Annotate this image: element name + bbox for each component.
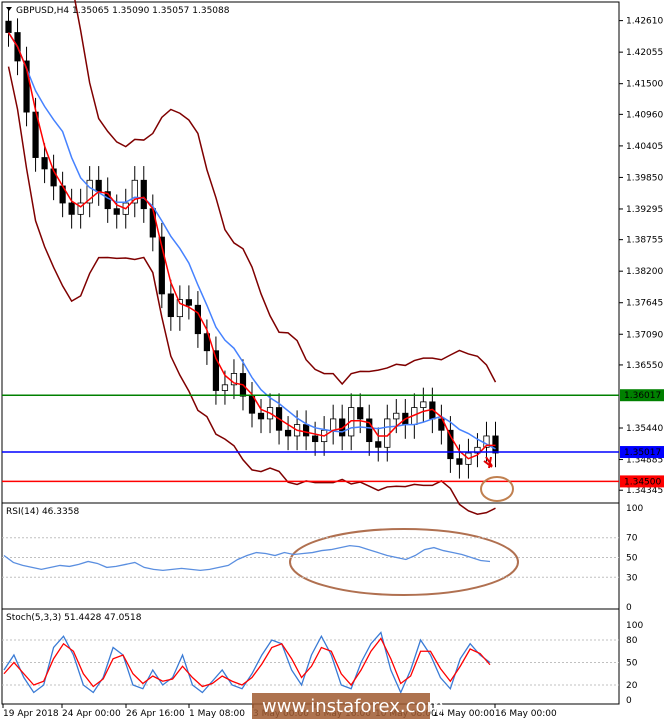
price-tick-label: 1.38755 [626,236,663,246]
candle-body [41,157,48,170]
candle-body [95,179,102,193]
watermark: www.instaforex.com [262,696,444,717]
stoch-tick-label: 20 [626,681,638,691]
rsi-tick-label: 0 [626,603,632,613]
candle-body [357,407,364,420]
candle-body [113,208,120,215]
candle-body [420,401,427,408]
rsi-tick-label: 50 [626,554,638,564]
stoch-tick-label: 0 [626,696,632,706]
candle-body [221,384,229,391]
candle-body [149,208,156,238]
rsi-tick-label: 70 [626,534,638,544]
price-tick-label: 1.37090 [626,330,663,340]
rsi-panel [1,502,620,610]
candle-body [194,304,201,335]
chart-window: 1.42610 1.42055 1.41500 1.40960 1.40405 1.398… [1,0,664,719]
price-tick-label: 1.40960 [626,110,663,120]
price-tick-label: 1.42055 [626,48,663,58]
level-label: 1.34500 [624,477,661,487]
candle-body [185,299,192,306]
candle-body [284,429,292,437]
price-axis: 1.42610 1.42055 1.41500 1.40960 1.40405 1.398… [619,17,663,496]
price-title: GBPUSD,H4 1.35065 1.35090 1.35057 1.3508… [16,6,230,16]
candle-body [456,458,463,465]
candle-body [375,441,382,448]
price-tick-label: 1.40405 [626,142,663,152]
rsi-title: RSI(14) 46.3358 [6,507,79,517]
time-tick-label: 16 May 00:00 [495,709,557,719]
price-tick-label: 1.42610 [626,17,663,27]
candle-body [330,418,337,431]
candle-body [167,293,174,318]
price-tick-label: 1.37645 [626,299,663,309]
price-tick-label: 1.39295 [626,205,663,215]
rsi-tick-label: 100 [626,504,643,514]
price-tick-label: 1.36550 [626,361,663,371]
rsi-tick-label: 30 [626,573,638,583]
stoch-tick-label: 50 [626,659,638,669]
candle-body [5,20,12,33]
price-tick-label: 1.41500 [626,80,663,90]
level-label: 1.35017 [624,448,661,458]
time-tick-label: 24 Apr 00:00 [62,709,121,719]
price-tick-label: 1.34345 [626,486,663,496]
price-panel [1,1,620,506]
time-tick-label: 19 Apr 2018 [3,709,59,719]
price-tick-label: 1.35440 [626,424,663,434]
candle-body [492,435,499,454]
stoch-tick-label: 100 [626,621,643,631]
price-tick-label: 1.39850 [626,173,663,183]
stoch-tick-label: 80 [626,636,638,646]
stoch-title: Stoch(5,3,3) 51.4428 47.0518 [6,613,142,623]
time-tick-label: 1 May 08:00 [189,709,245,719]
level-label: 1.36017 [624,391,661,401]
candle-body [68,202,75,215]
candle-body [312,435,319,443]
candle-body [393,412,400,420]
candle-body [140,179,147,210]
price-tick-label: 1.38200 [626,267,663,277]
candle-body [257,412,265,420]
candle-body [303,424,310,437]
time-tick-label: 26 Apr 16:00 [126,709,185,719]
